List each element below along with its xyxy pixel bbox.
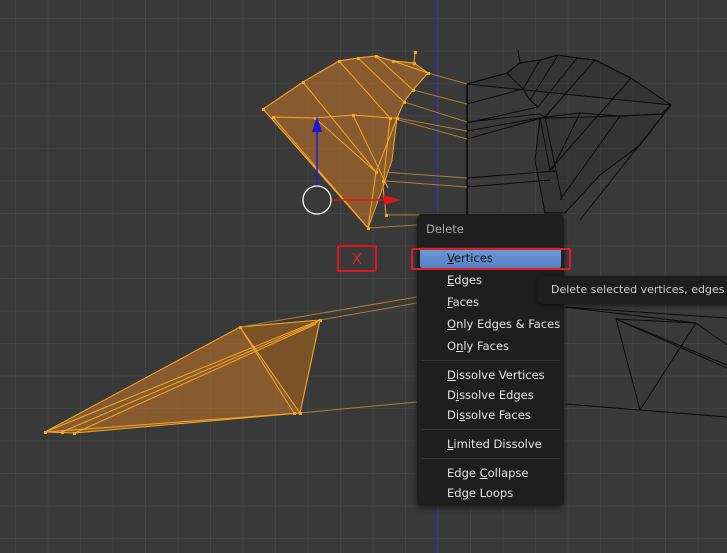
menu-item-dissolve-vertices[interactable]: Dissolve Vertices — [420, 365, 561, 385]
menu-item-label: Only Edges & Faces — [447, 317, 561, 331]
menu-item-label: Dissolve Vertices — [447, 368, 545, 382]
menu-item-edge-collapse[interactable]: Edge Collapse — [420, 463, 561, 483]
menu-item-only-faces[interactable]: Only Faces — [420, 336, 561, 356]
menu-item-label: Dissolve Edges — [447, 388, 534, 402]
x-axis-arrow-icon[interactable] — [384, 195, 400, 205]
delete-menu: Delete Vertices Edges Faces Only Edges & Fa… — [417, 214, 564, 506]
menu-item-dissolve-faces[interactable]: Dissolve Faces — [420, 405, 561, 425]
menu-item-label: Only Faces — [447, 339, 510, 353]
selected-mesh-upper — [262, 51, 429, 229]
unselected-mesh-lower — [564, 306, 727, 418]
menu-divider — [421, 360, 560, 361]
key-press-indicator: X — [337, 245, 377, 272]
menu-title: Delete — [426, 222, 464, 236]
menu-divider — [421, 429, 560, 430]
menu-item-label: Limited Dissolve — [447, 437, 542, 451]
menu-item-limited-dissolve[interactable]: Limited Dissolve — [420, 434, 561, 454]
menu-item-label: Edge Loops — [447, 486, 514, 500]
pivot-circle-icon[interactable] — [302, 185, 332, 215]
menu-item-only-edges-faces[interactable]: Only Edges & Faces — [420, 314, 561, 334]
unselected-mesh-upper — [466, 49, 672, 221]
menu-divider — [421, 458, 560, 459]
key-label: X — [351, 249, 363, 268]
menu-item-label: Dissolve Faces — [447, 408, 531, 422]
menu-item-edge-loops[interactable]: Edge Loops — [420, 483, 561, 503]
selected-mesh-lower — [43, 296, 418, 434]
tooltip-text: Delete selected vertices, edges or faces — [551, 283, 727, 296]
menu-item-label: Faces — [447, 295, 479, 309]
menu-item-dissolve-edges[interactable]: Dissolve Edges — [420, 385, 561, 405]
menu-item-label: Edges — [447, 273, 482, 287]
tooltip: Delete selected vertices, edges or faces — [538, 276, 727, 304]
menu-item-label: Vertices — [447, 251, 493, 265]
menu-item-label: Edge Collapse — [447, 466, 529, 480]
menu-item-vertices[interactable]: Vertices — [420, 248, 561, 268]
